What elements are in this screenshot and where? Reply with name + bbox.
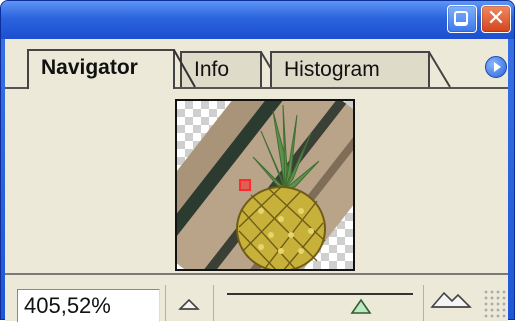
tab-histogram-label: Histogram: [284, 58, 380, 81]
tab-bar: Histogram Info Navigator: [5, 39, 508, 89]
separator: [423, 285, 424, 321]
pineapple-image: [177, 101, 353, 269]
tab-navigator-label: Navigator: [41, 56, 138, 79]
navigator-preview[interactable]: [175, 99, 355, 271]
separator: [165, 285, 166, 321]
zoom-bar: [5, 273, 508, 322]
resize-grip[interactable]: [483, 289, 507, 319]
zoom-slider-thumb[interactable]: [350, 297, 372, 315]
tab-histogram[interactable]: Histogram: [270, 51, 430, 87]
separator: [213, 285, 214, 321]
navigator-panel: Histogram Info Navigator: [5, 39, 508, 322]
large-mountain-icon[interactable]: [430, 285, 472, 315]
view-box-indicator[interactable]: [239, 179, 251, 191]
zoom-input[interactable]: [17, 289, 160, 322]
minimize-button[interactable]: [447, 5, 477, 33]
small-mountain-icon[interactable]: [177, 293, 201, 313]
close-icon: ✕: [486, 6, 506, 31]
zoom-slider-track[interactable]: [227, 293, 413, 295]
tab-navigator-slant: [173, 49, 196, 88]
close-button[interactable]: ✕: [481, 5, 511, 33]
title-bar[interactable]: ✕: [1, 1, 514, 39]
minimize-icon: [454, 11, 468, 26]
tab-info-label: Info: [194, 58, 230, 81]
navigator-window: ✕ Histogram Info Navigator: [0, 0, 515, 322]
tab-histogram-slant: [428, 51, 451, 88]
panel-menu-arrow-icon[interactable]: [485, 56, 507, 78]
tab-navigator[interactable]: Navigator: [27, 49, 175, 89]
